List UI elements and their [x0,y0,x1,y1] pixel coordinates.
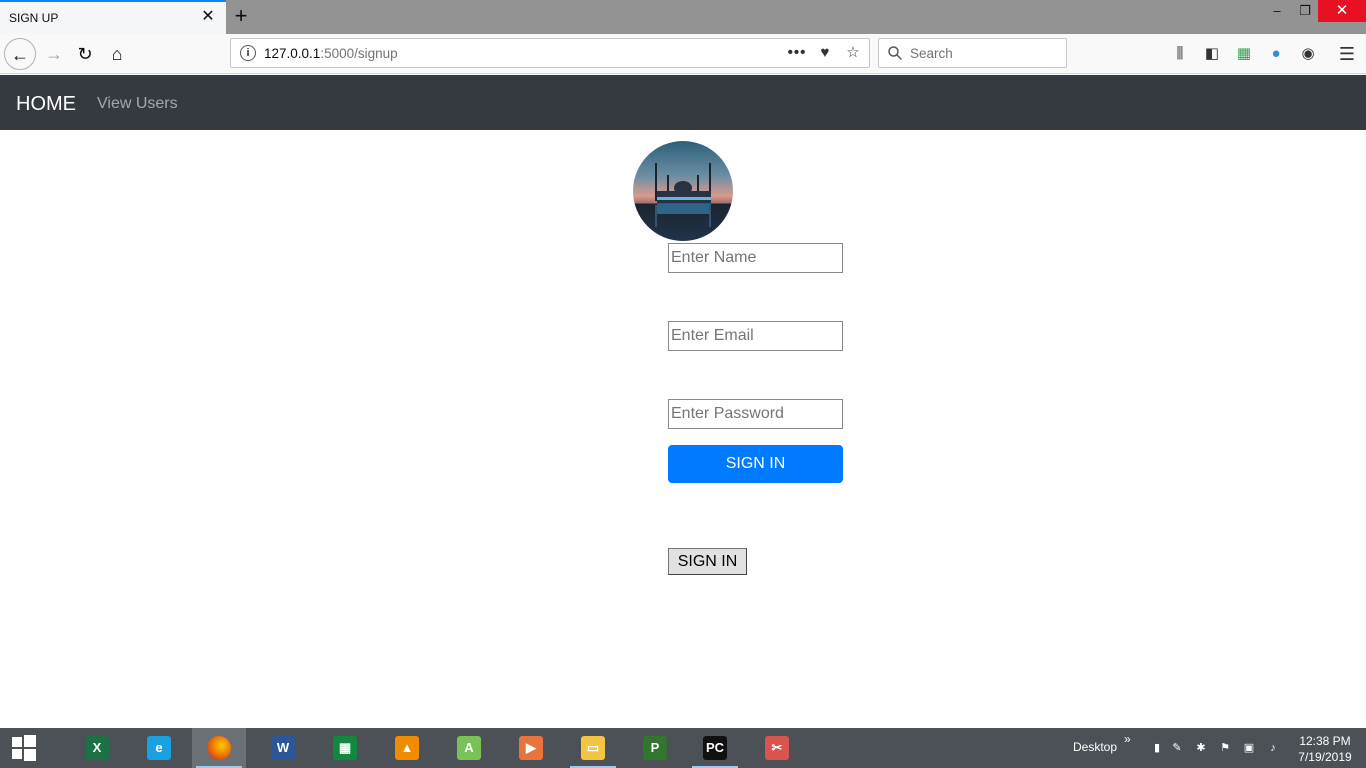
bookmark-star-icon[interactable]: ☆ [843,43,863,63]
search-input[interactable]: Search [878,38,1067,68]
minimize-button[interactable]: – [1262,0,1292,22]
new-tab-button[interactable]: + [230,4,252,28]
excel-icon: X [85,736,109,760]
url-path: :5000/signup [320,46,398,61]
pocket-icon[interactable]: ♥ [815,43,835,63]
url-bar[interactable]: i 127.0.0.1:5000/signup ••• ♥ ☆ [230,38,870,68]
forward-icon[interactable]: → [38,38,70,70]
taskbar-word-button[interactable]: W [256,728,310,768]
pycharm-icon: PC [703,736,727,760]
clock-time: 12:38 PM [1299,734,1351,748]
search-icon [888,46,903,61]
taskbar-internet-explorer-button[interactable]: e [132,728,186,768]
menu-icon[interactable]: ☰ [1337,44,1357,64]
taskbar-pycharm-button[interactable]: PC [688,728,742,768]
network-icon[interactable]: ▣ [1242,741,1256,755]
firefox-icon [207,736,231,760]
action-center-flag-icon[interactable]: ⚑ [1218,741,1232,755]
taskbar-android-studio-button[interactable]: A [442,728,496,768]
page-actions-icon[interactable]: ••• [787,43,807,63]
chevron-icon[interactable]: » [1124,732,1131,746]
close-window-button[interactable]: ✕ [1318,0,1366,22]
extension-icon[interactable]: ● [1266,44,1286,64]
windows-icon [12,735,36,761]
site-navbar: HOME View Users [0,75,1366,130]
taskbar-file-explorer-button[interactable]: ▭ [566,728,620,768]
snipping-tool-icon: ✂ [765,736,789,760]
url-text[interactable]: 127.0.0.1:5000/signup [264,46,398,61]
clock-date: 7/19/2019 [1298,750,1352,764]
tray-app-icon[interactable]: ✎ [1170,741,1184,755]
vlc-icon: ▲ [395,736,419,760]
maximize-button[interactable]: ❐ [1290,0,1320,22]
start-button[interactable] [0,728,50,768]
sidebar-icon[interactable]: ◧ [1202,44,1222,64]
bluetooth-icon[interactable]: ✱ [1194,741,1208,755]
name-field[interactable] [668,243,843,273]
tab-strip: SIGN UP ✕ + – ❐ ✕ [0,0,1366,34]
home-link[interactable]: HOME [16,93,76,116]
search-placeholder: Search [910,46,953,61]
taskbar-store-button[interactable]: ▦ [318,728,372,768]
library-icon[interactable]: ⫼ [1170,44,1190,64]
home-icon[interactable]: ⌂ [101,38,133,70]
account-icon[interactable]: ◉ [1298,44,1318,64]
taskbar-media-player-button[interactable]: ▶ [504,728,558,768]
file-explorer-icon: ▭ [581,736,605,760]
media-player-icon: ▶ [519,736,543,760]
internet-explorer-icon: e [147,736,171,760]
taskbar-project-button[interactable]: P [628,728,682,768]
navigation-toolbar: ← → ↻ ⌂ i 127.0.0.1:5000/signup ••• ♥ ☆ … [0,34,1366,74]
taskbar-firefox-button[interactable] [192,728,246,768]
volume-icon[interactable]: ♪ [1266,741,1280,755]
taskbar-snipping-tool-button[interactable]: ✂ [750,728,804,768]
android-studio-icon: A [457,736,481,760]
extension-icon[interactable]: ▦ [1234,44,1254,64]
password-field[interactable] [668,399,843,429]
page-content: HOME View Users Enter Name Enter Email S… [0,75,1366,728]
tab-close-icon[interactable]: ✕ [198,7,218,27]
secondary-sign-in-button[interactable]: SIGN IN [668,548,747,575]
word-icon: W [271,736,295,760]
taskbar-excel-button[interactable]: X [70,728,124,768]
taskbar: Xe W ▦ ▲ A ▶ ▭ P PC ✂ Desktop » ▮ ✎ ✱ ⚑ ▣ ♪ 12:38… [0,728,1366,768]
avatar [633,141,733,241]
project-icon: P [643,736,667,760]
back-icon[interactable]: ← [4,38,36,70]
battery-icon[interactable]: ▮ [1150,741,1164,755]
taskbar-vlc-button[interactable]: ▲ [380,728,434,768]
desktop-toolbar-label[interactable]: Desktop [1073,740,1117,754]
store-icon: ▦ [333,736,357,760]
url-host: 127.0.0.1 [264,46,321,61]
clock[interactable]: 12:38 PM 7/19/2019 [1290,733,1360,765]
mosque-image [633,141,733,241]
reload-icon[interactable]: ↻ [69,38,101,70]
site-info-icon[interactable]: i [240,45,256,61]
email-field[interactable] [668,321,843,351]
tab-signup[interactable]: SIGN UP ✕ [0,0,226,34]
sign-in-button[interactable]: SIGN IN [668,445,843,483]
view-users-link[interactable]: View Users [97,95,178,113]
tab-title: SIGN UP [9,11,59,25]
